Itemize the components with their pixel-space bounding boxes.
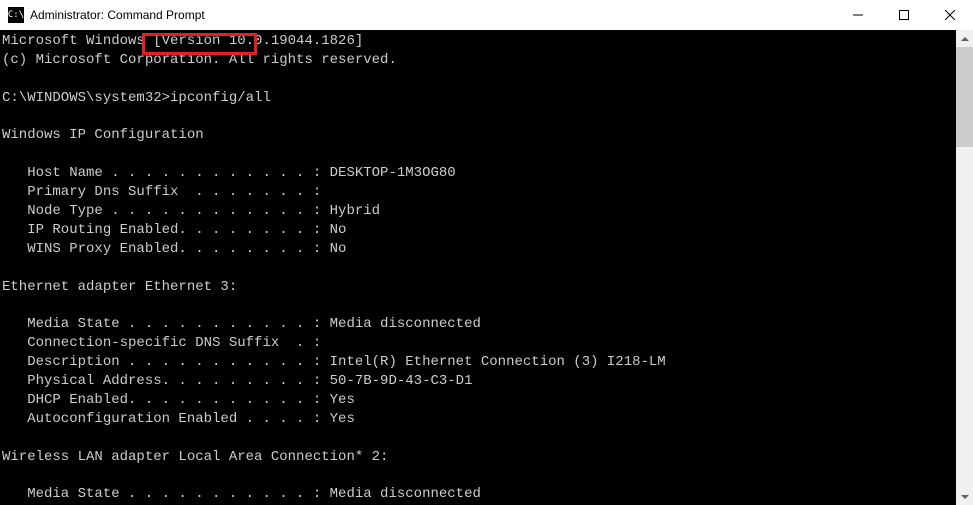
config-line: WINS Proxy Enabled. . . . . . . . : No [2, 241, 346, 257]
terminal-output[interactable]: Microsoft Windows [Version 10.0.19044.18… [0, 30, 956, 505]
minimize-button[interactable] [835, 0, 881, 30]
window-controls [835, 0, 973, 30]
section-header: Wireless LAN adapter Local Area Connecti… [2, 449, 388, 465]
config-line: DHCP Enabled. . . . . . . . . . . : Yes [2, 392, 355, 408]
scrollbar[interactable] [956, 30, 973, 505]
config-line: Autoconfiguration Enabled . . . . : Yes [2, 411, 355, 427]
terminal-container: Microsoft Windows [Version 10.0.19044.18… [0, 30, 973, 505]
titlebar: C:\ Administrator: Command Prompt [0, 0, 973, 30]
config-line: Connection-specific DNS Suffix . : [2, 335, 321, 351]
scroll-down-button[interactable] [956, 488, 973, 505]
scroll-up-button[interactable] [956, 30, 973, 47]
config-line: IP Routing Enabled. . . . . . . . : No [2, 222, 346, 238]
config-line: Media State . . . . . . . . . . . : Medi… [2, 316, 481, 332]
cmd-icon-text: C:\ [8, 10, 24, 20]
config-line: Description . . . . . . . . . . . : Inte… [2, 354, 666, 370]
config-line: Physical Address. . . . . . . . . : 50-7… [2, 373, 472, 389]
version-line: Microsoft Windows [Version 10.0.19044.18… [2, 33, 363, 49]
copyright-line: (c) Microsoft Corporation. All rights re… [2, 52, 397, 68]
section-header: Windows IP Configuration [2, 127, 204, 143]
section-header: Ethernet adapter Ethernet 3: [2, 279, 237, 295]
prompt-line: C:\WINDOWS\system32>ipconfig/all [2, 90, 271, 106]
config-line: Primary Dns Suffix . . . . . . . : [2, 184, 321, 200]
config-line: Host Name . . . . . . . . . . . . : DESK… [2, 165, 456, 181]
config-line: Media State . . . . . . . . . . . : Medi… [2, 486, 481, 502]
cmd-icon: C:\ [8, 7, 24, 23]
maximize-button[interactable] [881, 0, 927, 30]
window-title: Administrator: Command Prompt [30, 8, 205, 22]
scroll-thumb[interactable] [956, 47, 973, 147]
config-line: Node Type . . . . . . . . . . . . : Hybr… [2, 203, 380, 219]
close-button[interactable] [927, 0, 973, 30]
